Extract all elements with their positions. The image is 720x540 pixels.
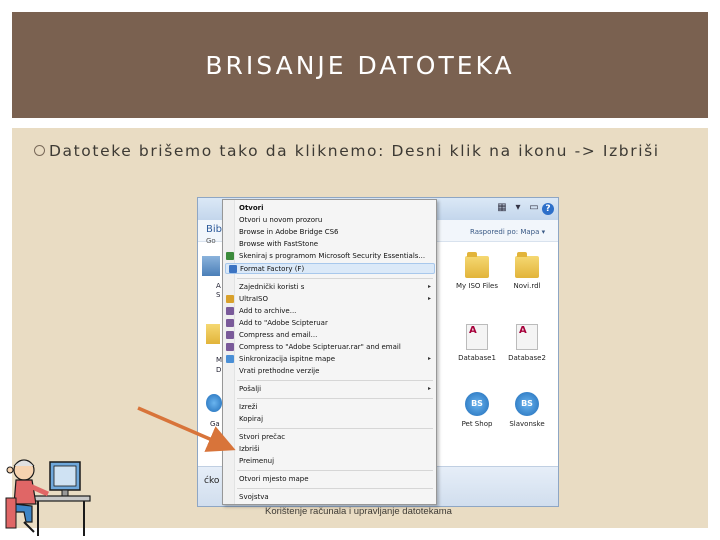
menu-item-open[interactable]: Otvori bbox=[239, 203, 435, 213]
menu-item-rename[interactable]: Preimenuj bbox=[239, 456, 435, 466]
format-factory-icon bbox=[229, 265, 237, 273]
database-bs-icon: BS bbox=[465, 392, 489, 416]
menu-item-add-to-archive[interactable]: Add to archive... bbox=[226, 306, 435, 316]
bullet-circle-icon bbox=[34, 145, 45, 156]
menu-item-open-new-window[interactable]: Otvori u novom prozoru bbox=[239, 215, 435, 225]
bullet-text: Datoteke brišemo tako da kliknemo: Desni… bbox=[49, 142, 660, 160]
file-item[interactable]: Database1 bbox=[452, 324, 502, 362]
menu-item-compress-email[interactable]: Compress and email... bbox=[226, 330, 435, 340]
database-bs-icon: BS bbox=[515, 392, 539, 416]
library-subtitle: Go bbox=[206, 237, 216, 245]
menu-item-send-to[interactable]: Pošalji ▸ bbox=[239, 384, 435, 394]
view-options-icon[interactable]: ▾ bbox=[512, 202, 524, 214]
slide: BRISANJE DATOTEKA Datoteke brišemo tako … bbox=[0, 0, 720, 540]
file-label: My ISO Files bbox=[455, 282, 498, 290]
help-icon[interactable]: ? bbox=[542, 203, 554, 215]
submenu-arrow-icon: ▸ bbox=[427, 295, 431, 302]
access-document-icon bbox=[516, 324, 538, 350]
menu-item-format-factory[interactable]: Format Factory (F) bbox=[225, 263, 435, 274]
menu-item-compress-rar-email[interactable]: Compress to "Adobe Scipteruar.rar" and e… bbox=[226, 342, 435, 352]
menu-item-add-to-rar[interactable]: Add to "Adobe Scipteruar bbox=[226, 318, 435, 328]
preview-pane-icon[interactable]: ▭ bbox=[528, 202, 540, 214]
menu-item-share-with[interactable]: Zajednički koristi s ▸ bbox=[239, 282, 435, 292]
file-item[interactable]: Database2 bbox=[502, 324, 552, 362]
shield-icon bbox=[226, 252, 234, 260]
file-label: Database1 bbox=[458, 354, 496, 362]
menu-item-restore-versions[interactable]: Vrati prethodne verzije bbox=[239, 366, 435, 376]
menu-separator bbox=[237, 470, 433, 471]
menu-separator bbox=[237, 380, 433, 381]
partial-file-icon[interactable] bbox=[202, 256, 220, 276]
menu-item-cut[interactable]: Izreži bbox=[239, 402, 435, 412]
winrar-icon bbox=[226, 331, 234, 339]
access-document-icon bbox=[466, 324, 488, 350]
menu-item-faststone[interactable]: Browse with FastStone bbox=[239, 239, 435, 249]
partial-file-label: D bbox=[216, 366, 222, 374]
bullet-point: Datoteke brišemo tako da kliknemo: Desni… bbox=[34, 140, 674, 162]
folder-icon bbox=[465, 252, 489, 278]
menu-item-sync-folder[interactable]: Sinkronizacija ispitne mape ▸ bbox=[226, 354, 435, 364]
sync-icon bbox=[226, 355, 234, 363]
menu-item-delete[interactable]: Izbriši bbox=[239, 444, 435, 454]
file-label: Slavonske bbox=[509, 420, 545, 428]
file-item[interactable]: Novi.rdl bbox=[502, 252, 552, 290]
menu-separator bbox=[237, 428, 433, 429]
arrange-by-dropdown[interactable]: Rasporedi po: Mapa ▾ bbox=[470, 228, 545, 236]
menu-gutter bbox=[223, 200, 235, 504]
menu-item-adobe-bridge[interactable]: Browse in Adobe Bridge CS6 bbox=[239, 227, 435, 237]
file-item[interactable]: BS Slavonske bbox=[502, 392, 552, 428]
title-bar: BRISANJE DATOTEKA bbox=[12, 12, 708, 118]
menu-separator bbox=[237, 278, 433, 279]
menu-item-create-shortcut[interactable]: Stvori prečac bbox=[239, 432, 435, 442]
submenu-arrow-icon: ▸ bbox=[427, 355, 431, 362]
menu-item-security-scan[interactable]: Skeniraj s programom Microsoft Security … bbox=[226, 251, 435, 261]
slide-title: BRISANJE DATOTEKA bbox=[205, 50, 515, 80]
file-label: Pet Shop bbox=[461, 420, 493, 428]
context-menu: Otvori Otvori u novom prozoru Browse in … bbox=[222, 199, 437, 505]
list-view-icon[interactable]: ▦ bbox=[496, 202, 508, 214]
library-title: Bib bbox=[206, 224, 222, 235]
menu-item-ultraiso[interactable]: UltraISO ▸ bbox=[226, 294, 435, 304]
menu-separator bbox=[237, 398, 433, 399]
menu-separator bbox=[237, 488, 433, 489]
winrar-icon bbox=[226, 307, 234, 315]
details-text: ćko bbox=[204, 476, 220, 486]
menu-item-properties[interactable]: Svojstva bbox=[239, 492, 435, 502]
submenu-arrow-icon: ▸ bbox=[427, 385, 431, 392]
file-label: Novi.rdl bbox=[513, 282, 541, 290]
menu-item-open-file-location[interactable]: Otvori mjesto mape bbox=[239, 474, 435, 484]
person-at-computer-icon bbox=[5, 459, 91, 536]
slide-caption: Korištenje računala i upravljanje datote… bbox=[265, 506, 452, 517]
menu-item-copy[interactable]: Kopiraj bbox=[239, 414, 435, 424]
partial-file-label: A bbox=[216, 282, 221, 290]
winrar-icon bbox=[226, 343, 234, 351]
file-item[interactable]: BS Pet Shop bbox=[452, 392, 502, 428]
partial-folder-icon[interactable] bbox=[206, 324, 220, 344]
folder-icon bbox=[515, 252, 539, 278]
file-item[interactable]: My ISO Files bbox=[452, 252, 502, 290]
ultraiso-icon bbox=[226, 295, 234, 303]
partial-file-label: Ga bbox=[210, 420, 220, 428]
partial-bs-icon[interactable] bbox=[206, 394, 222, 412]
winrar-icon bbox=[226, 319, 234, 327]
submenu-arrow-icon: ▸ bbox=[427, 283, 431, 290]
partial-file-label: S bbox=[216, 291, 221, 299]
file-label: Database2 bbox=[508, 354, 546, 362]
